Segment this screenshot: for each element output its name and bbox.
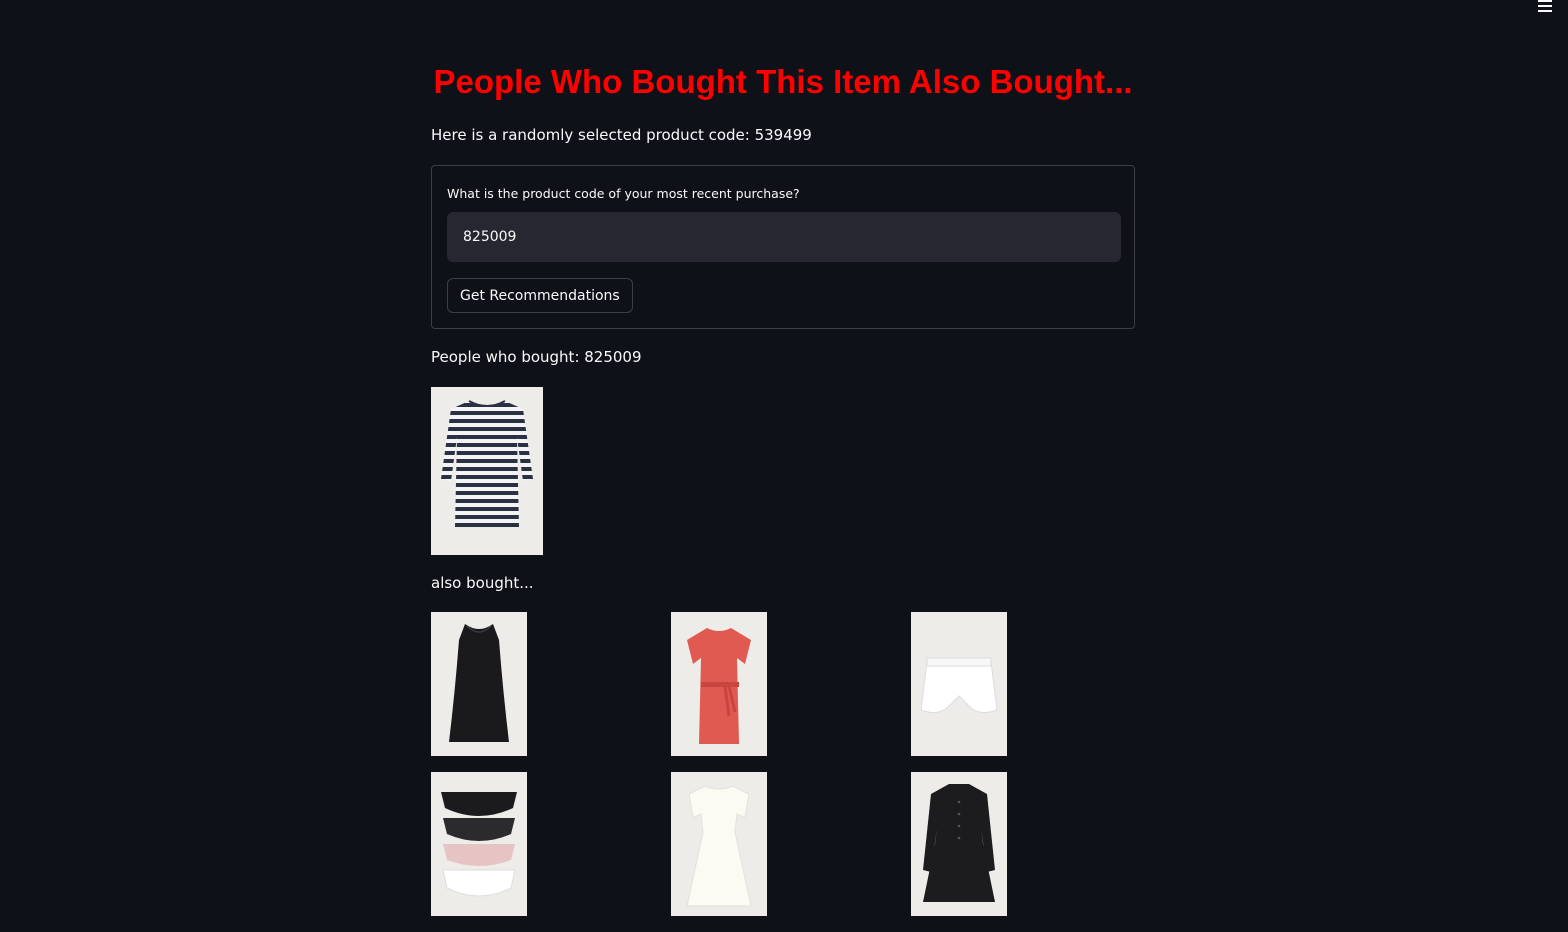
- red-belted-dress-image: [671, 612, 767, 756]
- black-sleeveless-dress-image: [431, 612, 527, 756]
- random-product-text: Here is a randomly selected product code…: [431, 126, 812, 144]
- recommendation-form: What is the product code of your most re…: [431, 165, 1135, 329]
- app-page: People Who Bought This Item Also Bought.…: [0, 0, 1568, 932]
- get-recommendations-button[interactable]: Get Recommendations: [447, 278, 633, 313]
- striped-dress-image: [431, 387, 543, 555]
- white-shorts-image: [911, 612, 1007, 756]
- people-who-bought-text: People who bought: 825009: [431, 348, 642, 366]
- product-code-label: What is the product code of your most re…: [447, 186, 800, 201]
- product-code-input[interactable]: [447, 212, 1121, 262]
- black-button-dress-image: [911, 772, 1007, 916]
- also-bought-text: also bought...: [431, 574, 534, 592]
- hamburger-menu-icon[interactable]: [1538, 0, 1552, 12]
- page-title: People Who Bought This Item Also Bought.…: [433, 63, 1133, 100]
- lace-briefs-pack-image: [431, 772, 527, 916]
- white-dress-image: [671, 772, 767, 916]
